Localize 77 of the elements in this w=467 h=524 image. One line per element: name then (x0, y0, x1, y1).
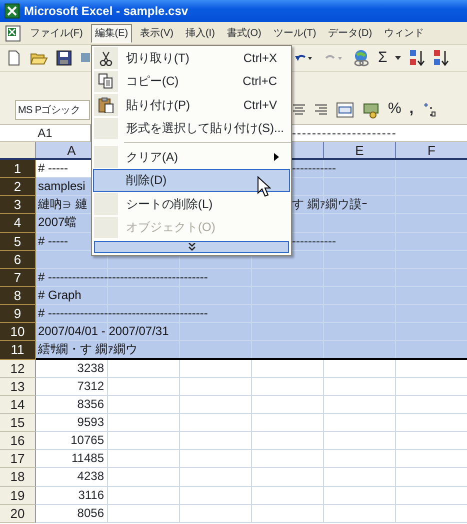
cell-value: 3238 (77, 360, 104, 377)
menu-item[interactable]: ファイル(F) (26, 24, 87, 42)
cell-text: # Graph (38, 286, 82, 304)
menu-item[interactable]: データ(D) (324, 24, 376, 42)
shortcut-text: Ctrl+C (242, 73, 278, 90)
formula-field[interactable]: --------------------- (292, 124, 397, 142)
row-header[interactable]: 2 (0, 178, 36, 196)
menu-item-label: シートの削除(L) (125, 196, 213, 213)
autosum-button[interactable]: Σ (378, 46, 388, 70)
menu-item[interactable]: 表示(V) (136, 24, 178, 42)
cell-value: 7312 (77, 378, 104, 395)
row-header[interactable]: 3 (0, 196, 36, 214)
menu-item-label: コピー(C) (125, 73, 179, 90)
cell-text: す 繝ｧ繝ウ謨ｰ (292, 196, 368, 214)
menu-item-label: 削除(D) (125, 172, 167, 190)
cell-text: 繧ｻ繝・す 繝ｧ繝ウ (38, 341, 138, 358)
menu-item[interactable]: 編集(E) (90, 24, 132, 42)
cell-value: 11485 (72, 450, 104, 468)
percent-style-button[interactable]: % (388, 98, 402, 121)
column-header[interactable]: F (396, 142, 467, 159)
menu-item-label: 形式を選択して貼り付け(S)... (125, 120, 284, 138)
cell-value: 4238 (77, 468, 104, 486)
cell-text: 2007/04/01 - 2007/07/31 (38, 323, 169, 340)
cell-text: # ---------------------------------------- (38, 268, 208, 286)
row-header[interactable]: 8 (0, 286, 36, 306)
row-header[interactable]: 6 (0, 250, 36, 269)
row-header[interactable]: 9 (0, 305, 36, 324)
row-header[interactable]: 5 (0, 232, 36, 251)
row-header[interactable]: 12 (0, 360, 36, 378)
cell-value: 8356 (77, 396, 104, 413)
menu-item[interactable]: コピー(C) Ctrl+C (93, 70, 290, 93)
row-header[interactable]: 4 (0, 214, 36, 233)
menu-item[interactable]: クリア(A) (93, 145, 290, 168)
cell-text: # ----- (38, 160, 68, 177)
menu-item[interactable]: 切り取り(T) Ctrl+X (93, 46, 290, 70)
cell-value: 3116 (78, 486, 104, 504)
menu-item[interactable]: シートの削除(L) (93, 192, 290, 216)
shortcut-text: Ctrl+X (243, 50, 278, 67)
row-header[interactable]: 20 (0, 504, 36, 523)
cell-text: samplesi (38, 178, 86, 196)
menu-item[interactable]: 削除(D) (93, 168, 290, 192)
cell-text: ----------- (292, 160, 336, 177)
row-header[interactable]: 7 (0, 268, 36, 287)
row-header[interactable]: 17 (0, 450, 36, 468)
menu-item[interactable]: ツール(T) (269, 24, 320, 42)
menu-item[interactable]: 挿入(I) (181, 24, 219, 42)
cell-value: 10765 (70, 432, 104, 450)
menu-item-label: クリア(A) (125, 148, 178, 166)
comma-style-button[interactable]: , (409, 98, 414, 121)
cell-text: # ----- (38, 232, 68, 250)
column-header[interactable]: A (36, 142, 91, 159)
row-header[interactable]: 16 (0, 432, 36, 450)
cell-value: 8056 (77, 504, 104, 522)
cell-text: 縺吶∋ 縺 (38, 196, 88, 214)
menu-item[interactable]: 貼り付け(P) Ctrl+V (93, 93, 290, 116)
row-header[interactable]: 13 (0, 378, 36, 396)
row-header[interactable]: 10 (0, 323, 36, 342)
row-header[interactable]: 19 (0, 486, 36, 505)
menu-item-label: オブジェクト(O) (125, 219, 216, 236)
cell-text: 2007蟷 (38, 214, 77, 232)
menu-item[interactable]: ウィンド (380, 24, 428, 42)
row-header[interactable]: 14 (0, 396, 36, 414)
row-header[interactable]: 1 (0, 160, 36, 178)
font-name-field[interactable]: MS Pゴシック (15, 100, 90, 120)
cell-text: ----------- (292, 232, 336, 250)
menu-item[interactable]: 形式を選択して貼り付け(S)... (93, 116, 290, 140)
row-header[interactable]: 18 (0, 468, 36, 487)
column-header[interactable]: E (324, 142, 395, 159)
cell-text: # ---------------------------------------- (38, 305, 208, 322)
cell-value: 9593 (77, 414, 104, 431)
row-header[interactable]: 15 (0, 414, 36, 432)
row-header[interactable]: 11 (0, 341, 36, 360)
shortcut-text: Ctrl+V (243, 96, 278, 114)
window-title: Microsoft Excel - sample.csv (24, 3, 188, 20)
menu-item-label: 切り取り(T) (125, 50, 190, 67)
menu-item-label: 貼り付け(P) (125, 96, 190, 114)
menu-item[interactable]: 書式(O) (222, 24, 266, 42)
